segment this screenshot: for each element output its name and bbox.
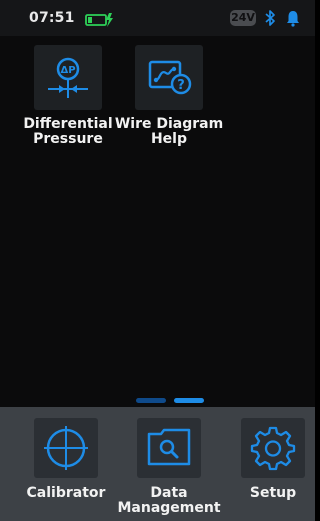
data-management-icon [147,428,191,466]
gear-icon [250,426,296,471]
calibrator-icon [44,426,88,470]
voltage-badge: 24V [230,10,256,26]
app-wire-diagram-help[interactable]: ? [135,45,203,110]
status-bar: 07:51 24V [0,0,315,36]
home-screen: 07:51 24V ΔP Differential Pressure ? Wir… [0,0,315,521]
page-indicator-dot-2[interactable] [174,398,204,403]
battery-charging-icon [85,12,115,27]
app-label-wire-diagram-help: Wire Diagram Help [114,116,224,147]
dock-label-data-management: Data Management [117,485,221,516]
dock-label-calibrator: Calibrator [26,485,106,501]
bell-icon[interactable] [286,9,300,27]
differential-pressure-icon: ΔP [48,57,88,98]
clock: 07:51 [29,10,75,26]
page-indicator-dot-1[interactable] [136,398,166,403]
dock-calibrator[interactable] [34,418,98,478]
dock-setup[interactable] [241,418,305,478]
dock-data-management[interactable] [137,418,201,478]
svg-text:?: ? [177,78,185,93]
dock-label-setup: Setup [249,485,297,501]
bluetooth-icon [264,9,276,27]
wire-diagram-help-icon: ? [148,60,192,95]
svg-text:ΔP: ΔP [60,65,75,76]
dock: Calibrator Data Management Setup [0,407,315,521]
app-differential-pressure[interactable]: ΔP [34,45,102,110]
